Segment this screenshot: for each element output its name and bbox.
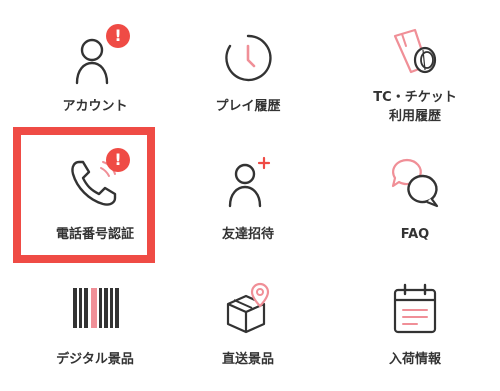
barcode-icon xyxy=(65,284,125,334)
menu-item-faq[interactable]: FAQ xyxy=(340,140,490,250)
menu-item-label: 友達招待 xyxy=(221,227,274,242)
menu-item-label: プレイ履歴 xyxy=(215,99,281,114)
ticket-coin-icon xyxy=(385,24,445,84)
menu-item-arrival-info[interactable]: 入荷情報 xyxy=(340,270,490,380)
menu-item-label: デジタル景品 xyxy=(56,352,134,367)
menu-item-digital-prizes[interactable]: デジタル景品 xyxy=(20,270,170,380)
package-location-icon xyxy=(218,280,278,340)
menu-item-tc-ticket-history[interactable]: TC・チケット 利用履歴 xyxy=(340,18,490,128)
clock-icon xyxy=(220,30,276,86)
menu-item-label: アカウント xyxy=(62,99,128,114)
menu-item-label: TC・チケット 利用履歴 xyxy=(373,90,457,124)
menu-item-label: 直送景品 xyxy=(221,352,274,367)
menu-item-direct-delivery-prizes[interactable]: 直送景品 xyxy=(173,270,323,380)
menu-item-label: 入荷情報 xyxy=(388,352,441,367)
chat-bubbles-icon xyxy=(385,154,445,214)
menu-item-label: 電話番号認証 xyxy=(55,227,134,242)
menu-grid: ! アカウント プレイ履歴 TC・チケット 利用履歴 ! 電話番号認証 友達招待… xyxy=(0,0,500,391)
add-user-icon xyxy=(218,154,278,214)
menu-item-play-history[interactable]: プレイ履歴 xyxy=(173,18,323,128)
menu-item-phone-verification[interactable]: ! 電話番号認証 xyxy=(20,140,170,250)
menu-item-account[interactable]: ! アカウント xyxy=(20,18,170,128)
calendar-icon xyxy=(385,282,445,338)
alert-badge: ! xyxy=(106,148,130,172)
alert-badge: ! xyxy=(106,24,130,48)
menu-item-label: FAQ xyxy=(400,227,430,242)
menu-item-invite-friends[interactable]: 友達招待 xyxy=(173,140,323,250)
